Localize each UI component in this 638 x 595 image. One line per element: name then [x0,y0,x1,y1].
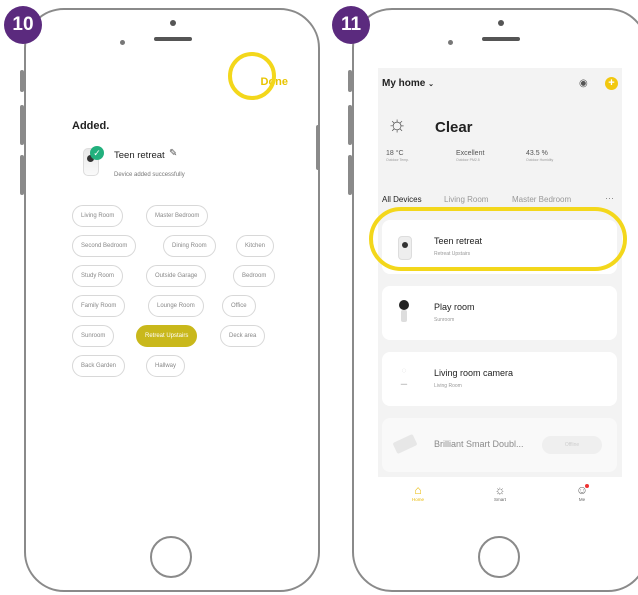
room-chip[interactable]: Living Room [72,205,124,227]
room-chip[interactable]: Lounge Room [148,295,204,317]
tabbar-label: Home [411,497,424,502]
screen-added: Done Added. ✓ Teen retreat ✎ Device adde… [50,68,294,518]
stat-value: 18 °C [386,150,404,157]
notification-dot [585,484,589,488]
device-name: Play room [434,302,475,312]
device-status-text: Device added successfully [114,172,185,178]
side-button [316,125,320,170]
power-strip-icon [392,433,418,455]
room-chip[interactable]: Hallway [146,355,186,377]
sun-icon: ☼ [387,111,408,136]
side-button [348,105,352,145]
device-name: Living room camera [434,368,514,378]
edit-pencil-icon[interactable]: ✎ [169,148,177,159]
highlight-ring-done [228,52,276,100]
speaker-grille [482,37,520,41]
tabbar-label: Smart [493,497,506,502]
tabbar-label: Me [578,497,586,502]
proximity-sensor [448,40,453,45]
tabbar-home[interactable]: ⌂ Home [398,483,438,502]
tab-living-room[interactable]: Living Room [444,195,488,204]
camera-device-icon [396,300,412,324]
room-chip[interactable]: Bedroom [233,265,276,287]
front-camera [170,20,176,26]
room-chip[interactable]: Back Garden [72,355,126,377]
device-name: Teen retreat [114,150,165,161]
device-room: Sunroom [434,317,455,323]
proximity-sensor [120,40,125,45]
add-device-button[interactable]: + [605,77,618,90]
side-button [20,70,24,92]
phone-frame-right: My home ⌄ ◉ + ☼ Clear 18 °C Outdoor Temp… [348,8,638,592]
room-chip[interactable]: Dining Room [163,235,216,257]
more-tabs-icon[interactable]: ⋯ [605,193,614,204]
stat-value: Excellent [456,150,485,157]
device-card-offline[interactable]: Brilliant Smart Doubl... Offline [382,418,617,472]
home-icon: ⌂ [414,483,422,497]
phone-frame-left: Done Added. ✓ Teen retreat ✎ Device adde… [20,8,320,592]
speaker-grille [154,37,192,41]
stat-humidity: 43.5 % Outdoor Humidity [526,150,553,162]
chevron-down-icon: ⌄ [428,81,434,88]
weather-status: Clear [435,119,473,136]
side-button [20,155,24,195]
room-chip[interactable]: Deck area [220,325,266,347]
home-button[interactable] [478,536,520,578]
highlight-ring-device [369,207,627,271]
device-room: Living Room [434,383,462,389]
camera-device-icon: ◌ ▁ [400,366,408,385]
device-card[interactable]: Play room Sunroom [382,286,617,340]
sun-icon: ☼ [494,483,506,497]
room-chip[interactable]: Study Room [72,265,124,287]
bottom-tab-bar: ⌂ Home ☼ Smart ☺ Me [378,477,622,518]
room-chip-selected[interactable]: Retreat Upstairs [136,325,198,347]
user-icon: ☺ [575,483,589,497]
home-selector[interactable]: My home ⌄ [382,78,434,89]
step-badge-11: 11 [332,6,370,44]
stat-value: 43.5 % [526,150,548,157]
tabbar-me[interactable]: ☺ Me [562,483,602,502]
device-card[interactable]: ◌ ▁ Living room camera Living Room [382,352,617,406]
side-button [348,155,352,195]
tabbar-smart[interactable]: ☼ Smart [480,483,520,502]
room-chip[interactable]: Office [222,295,256,317]
side-button [20,105,24,145]
stat-label: Outdoor Temp. [386,158,410,162]
page-title: Added. [72,120,110,132]
device-name: Brilliant Smart Doubl... [434,439,524,449]
room-chip[interactable]: Sunroom [72,325,115,347]
check-icon: ✓ [90,146,104,160]
stat-label: Outdoor PM2.5 [456,158,480,162]
home-button[interactable] [150,536,192,578]
step-badge-10: 10 [4,6,42,44]
room-chip[interactable]: Kitchen [236,235,275,257]
stat-label: Outdoor Humidity [526,158,554,162]
room-chip[interactable]: Outside Garage [146,265,207,287]
stat-temperature: 18 °C Outdoor Temp. [386,150,409,162]
tab-master-bedroom[interactable]: Master Bedroom [512,195,571,204]
room-chip[interactable]: Family Room [72,295,126,317]
camera-icon[interactable]: ◉ [579,78,588,89]
tab-all-devices[interactable]: All Devices [382,195,422,204]
stat-pm25: Excellent Outdoor PM2.5 [456,150,484,162]
room-chip[interactable]: Second Bedroom [72,235,137,257]
side-button [348,70,352,92]
front-camera [498,20,504,26]
offline-badge: Offline [542,436,602,454]
room-chip[interactable]: Master Bedroom [146,205,209,227]
screen-home: My home ⌄ ◉ + ☼ Clear 18 °C Outdoor Temp… [378,68,622,518]
